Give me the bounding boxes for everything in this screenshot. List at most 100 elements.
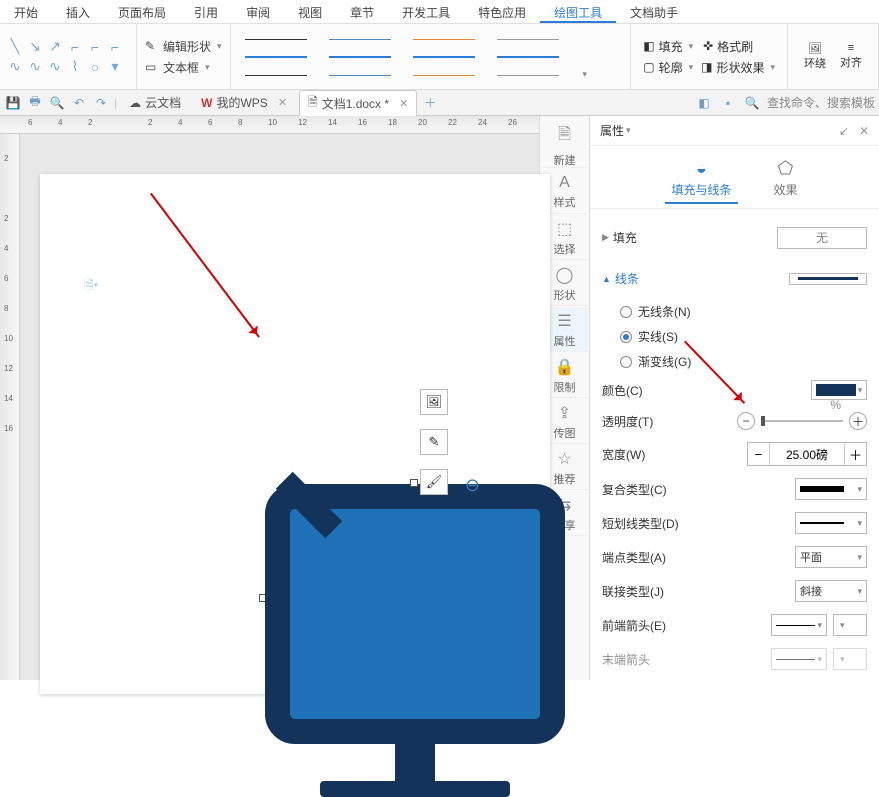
cap-combo[interactable]: 平面▾	[795, 546, 867, 568]
close-panel-icon[interactable]: ✕	[859, 124, 869, 138]
transparency-increase[interactable]: ＋	[849, 412, 867, 430]
begin-arrow-combo[interactable]: ▾	[771, 614, 827, 636]
my-wps-tab[interactable]: W 我的WPS ✕	[193, 90, 295, 116]
tab-devtools[interactable]: 开发工具	[388, 0, 464, 23]
qat-redo-icon[interactable]: ↷	[92, 94, 110, 112]
transparency-decrease[interactable]: −	[737, 412, 755, 430]
end-arrow-combo[interactable]: ▾	[771, 648, 827, 670]
radio-no-line[interactable]: 无线条(N)	[602, 299, 867, 324]
layout-options-button[interactable]: 🖼	[420, 389, 448, 415]
qat-save-icon[interactable]: 💾	[4, 94, 22, 112]
line-tool-7[interactable]: ∿	[8, 60, 22, 74]
line-color-picker[interactable]: ▾	[811, 380, 867, 400]
end-arrow-size-combo[interactable]: ▾	[833, 648, 867, 670]
caret-icon[interactable]: ▾	[626, 125, 631, 136]
line-tool-10[interactable]: ⌇	[68, 60, 82, 74]
upload-icon: ⇪	[558, 403, 571, 423]
tab-start[interactable]: 开始	[0, 0, 52, 23]
line-tool-4[interactable]: ⌐	[68, 40, 82, 54]
begin-arrow-size-combo[interactable]: ▾	[833, 614, 867, 636]
line-section-toggle[interactable]: ▲ 线条	[602, 264, 639, 293]
line-tool-9[interactable]: ∿	[48, 60, 62, 74]
cloud-docs-tab[interactable]: ☁ 云文档	[121, 90, 189, 116]
fill-outline-group: ◧ 填充▾ ✜ 格式刷 ▢ 轮廓▾ ◨ 形状效果▾	[631, 24, 788, 89]
line-tool-8[interactable]: ∿	[28, 60, 42, 74]
tab-insert[interactable]: 插入	[52, 0, 104, 23]
join-label: 联接类型(J)	[602, 583, 664, 600]
line-tool-11[interactable]: ○	[88, 60, 102, 74]
pct-label: %	[830, 398, 841, 412]
active-doc-tab[interactable]: 🗎 文档1.docx * ✕	[299, 90, 417, 116]
search-icon[interactable]: 🔍	[743, 94, 761, 112]
outline-button[interactable]: 轮廓	[659, 59, 683, 76]
qat-preview-icon[interactable]: 🔍	[48, 94, 66, 112]
close-icon[interactable]: ✕	[278, 96, 287, 109]
end-arrow-label: 末端箭头	[602, 651, 650, 668]
pin-icon[interactable]: ▪	[719, 94, 737, 112]
rotate-button[interactable]: ✎	[420, 429, 448, 455]
tab-page-layout[interactable]: 页面布局	[104, 0, 180, 23]
tab-view[interactable]: 视图	[284, 0, 336, 23]
side-new[interactable]: 🗎新建	[542, 124, 588, 168]
wrap-icon: 🖼	[800, 42, 830, 55]
line-preview[interactable]	[789, 273, 867, 285]
fill-section-toggle[interactable]: ▶ 填充	[602, 223, 637, 252]
tab-references[interactable]: 引用	[180, 0, 232, 23]
tab-review[interactable]: 审阅	[232, 0, 284, 23]
window-icon[interactable]: ◧	[695, 94, 713, 112]
qat-undo-icon[interactable]: ↶	[70, 94, 88, 112]
compound-combo[interactable]: ▾	[795, 478, 867, 500]
gallery-more-icon[interactable]: ▾	[583, 69, 588, 80]
shape-icon: ◯	[556, 265, 574, 285]
line-tool-6[interactable]: ⌐	[108, 40, 122, 54]
radio-gradient-line[interactable]: 渐变线(G)	[602, 349, 867, 374]
format-painter-button[interactable]: 格式刷	[717, 38, 753, 55]
transparency-slider[interactable]	[761, 420, 843, 422]
width-decrease[interactable]: −	[748, 443, 770, 465]
monitor-shape[interactable]: ⊖	[265, 484, 565, 764]
collapse-icon[interactable]: ↙	[839, 124, 849, 138]
search-command-input[interactable]: 查找命令、搜索模板	[767, 94, 875, 111]
wps-icon: W	[201, 96, 212, 110]
line-tool-12[interactable]: ▾	[108, 60, 122, 74]
shape-effects-button[interactable]: 形状效果	[716, 59, 764, 76]
line-tool-2[interactable]: ↘	[28, 40, 42, 54]
fill-icon: ◧	[643, 39, 654, 53]
text-box-button[interactable]: ▭ 文本框 ▾	[145, 57, 222, 78]
cap-label: 端点类型(A)	[602, 549, 666, 566]
selection-handle[interactable]	[410, 479, 418, 487]
tab-doc-helper[interactable]: 文档助手	[616, 0, 692, 23]
tab-drawing-tools[interactable]: 绘图工具	[540, 0, 616, 23]
join-combo[interactable]: 斜接▾	[795, 580, 867, 602]
align-button[interactable]: ≡ 对齐	[836, 42, 866, 71]
close-icon[interactable]: ✕	[399, 97, 408, 110]
line-tool-3[interactable]: ↗	[48, 40, 62, 54]
line-tool-5[interactable]: ⌐	[88, 40, 102, 54]
minus-handle-icon[interactable]: ⊖	[465, 475, 480, 496]
new-tab-icon[interactable]: ＋	[421, 94, 439, 112]
width-input[interactable]	[770, 447, 844, 461]
radio-solid-line[interactable]: 实线(S)	[602, 324, 867, 349]
qat-print-icon[interactable]: 🖶	[26, 94, 44, 112]
fill-picker-button[interactable]: 🖌	[420, 469, 448, 495]
wrap-button[interactable]: 🖼 环绕	[800, 42, 830, 71]
vertical-ruler: 2 2 4 6 8 10 12 14 16	[0, 134, 20, 680]
fill-button[interactable]: ◧ 填充▾ ✜ 格式刷	[639, 36, 779, 57]
edit-shape-button[interactable]: ✎ 编辑形状 ▾	[145, 36, 222, 57]
tab-effects[interactable]: ⬠ 效果	[768, 154, 804, 204]
fill-none-button[interactable]: 无	[777, 227, 867, 249]
color-styles-gallery[interactable]: ▾	[231, 24, 632, 89]
width-spinner[interactable]: − ＋	[747, 442, 867, 466]
page-icon: 🗎▾	[84, 276, 98, 297]
tab-featured[interactable]: 特色应用	[464, 0, 540, 23]
dash-combo[interactable]: ▾	[795, 512, 867, 534]
tri-down-icon: ▲	[602, 274, 611, 284]
tab-chapters[interactable]: 章节	[336, 0, 388, 23]
radio-icon	[620, 356, 632, 368]
tab-fill-line[interactable]: ◒ 填充与线条	[665, 154, 737, 204]
line-tool-1[interactable]: ╲	[8, 40, 22, 54]
format-painter-icon: ✜	[703, 39, 713, 53]
lines-gallery: ╲ ↘ ↗ ⌐ ⌐ ⌐ ∿ ∿ ∿ ⌇ ○ ▾	[0, 24, 137, 89]
text-box-label: 文本框	[163, 59, 199, 76]
width-increase[interactable]: ＋	[844, 443, 866, 465]
